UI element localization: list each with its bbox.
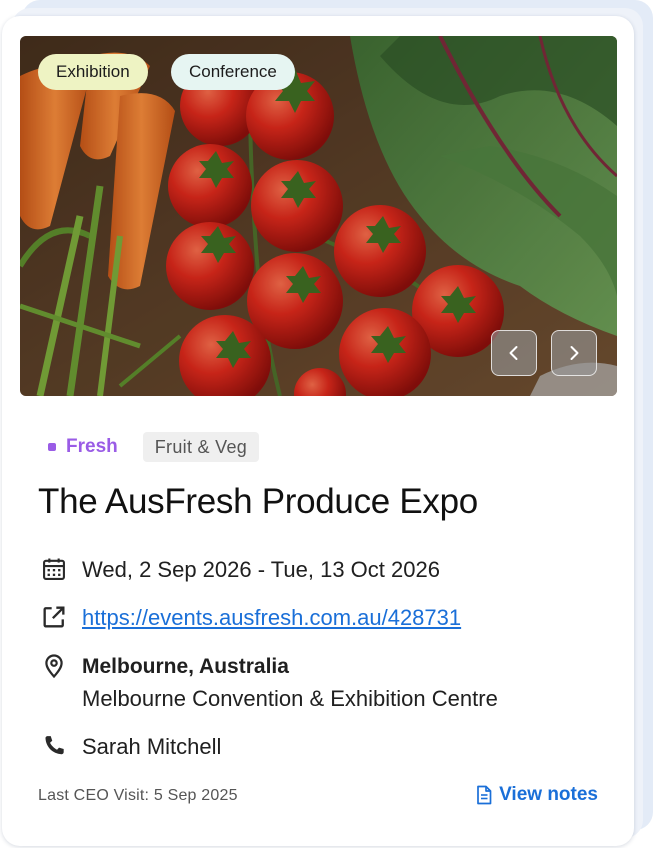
chevron-left-icon: [509, 346, 518, 360]
carousel-prev-button[interactable]: [491, 330, 537, 376]
event-card[interactable]: Exhibition Conference Fresh Fruit & Veg …: [2, 16, 634, 846]
event-location-row: Melbourne, Australia Melbourne Conventio…: [40, 652, 498, 716]
document-icon: [477, 785, 492, 805]
chevron-right-icon: [570, 346, 579, 360]
venue-name: Melbourne Convention & Exhibition Centre: [82, 686, 498, 711]
map-pin-icon: [45, 654, 63, 679]
industry-dot-icon: [48, 443, 56, 451]
event-contact-row: Sarah Mitchell: [40, 732, 221, 762]
calendar-icon: [43, 558, 65, 580]
phone-icon: [45, 736, 64, 755]
external-link-icon: [43, 606, 65, 628]
event-url-row[interactable]: https://events.ausfresh.com.au/428731: [40, 603, 461, 633]
view-notes-label: View notes: [499, 784, 598, 805]
location-city: Melbourne, Australia: [82, 655, 289, 678]
industry-tags: Fresh Fruit & Veg: [48, 431, 260, 463]
category-tag: Fruit & Veg: [142, 432, 260, 462]
last-ceo-visit: Last CEO Visit: 5 Sep 2025: [38, 787, 238, 804]
event-dates: Wed, 2 Sep 2026 - Tue, 13 Oct 2026: [82, 557, 440, 582]
carousel-next-button[interactable]: [551, 330, 597, 376]
tag-exhibition: Exhibition: [38, 54, 148, 90]
industry-label: Fresh: [66, 436, 118, 457]
event-title: The AusFresh Produce Expo: [38, 482, 478, 521]
tag-conference: Conference: [171, 54, 295, 90]
contact-name: Sarah Mitchell: [82, 734, 222, 759]
event-dates-row: Wed, 2 Sep 2026 - Tue, 13 Oct 2026: [40, 555, 440, 585]
view-notes-button[interactable]: View notes: [475, 784, 598, 806]
event-image-carousel[interactable]: Exhibition Conference: [20, 36, 617, 396]
event-url-link[interactable]: https://events.ausfresh.com.au/428731: [82, 603, 461, 633]
